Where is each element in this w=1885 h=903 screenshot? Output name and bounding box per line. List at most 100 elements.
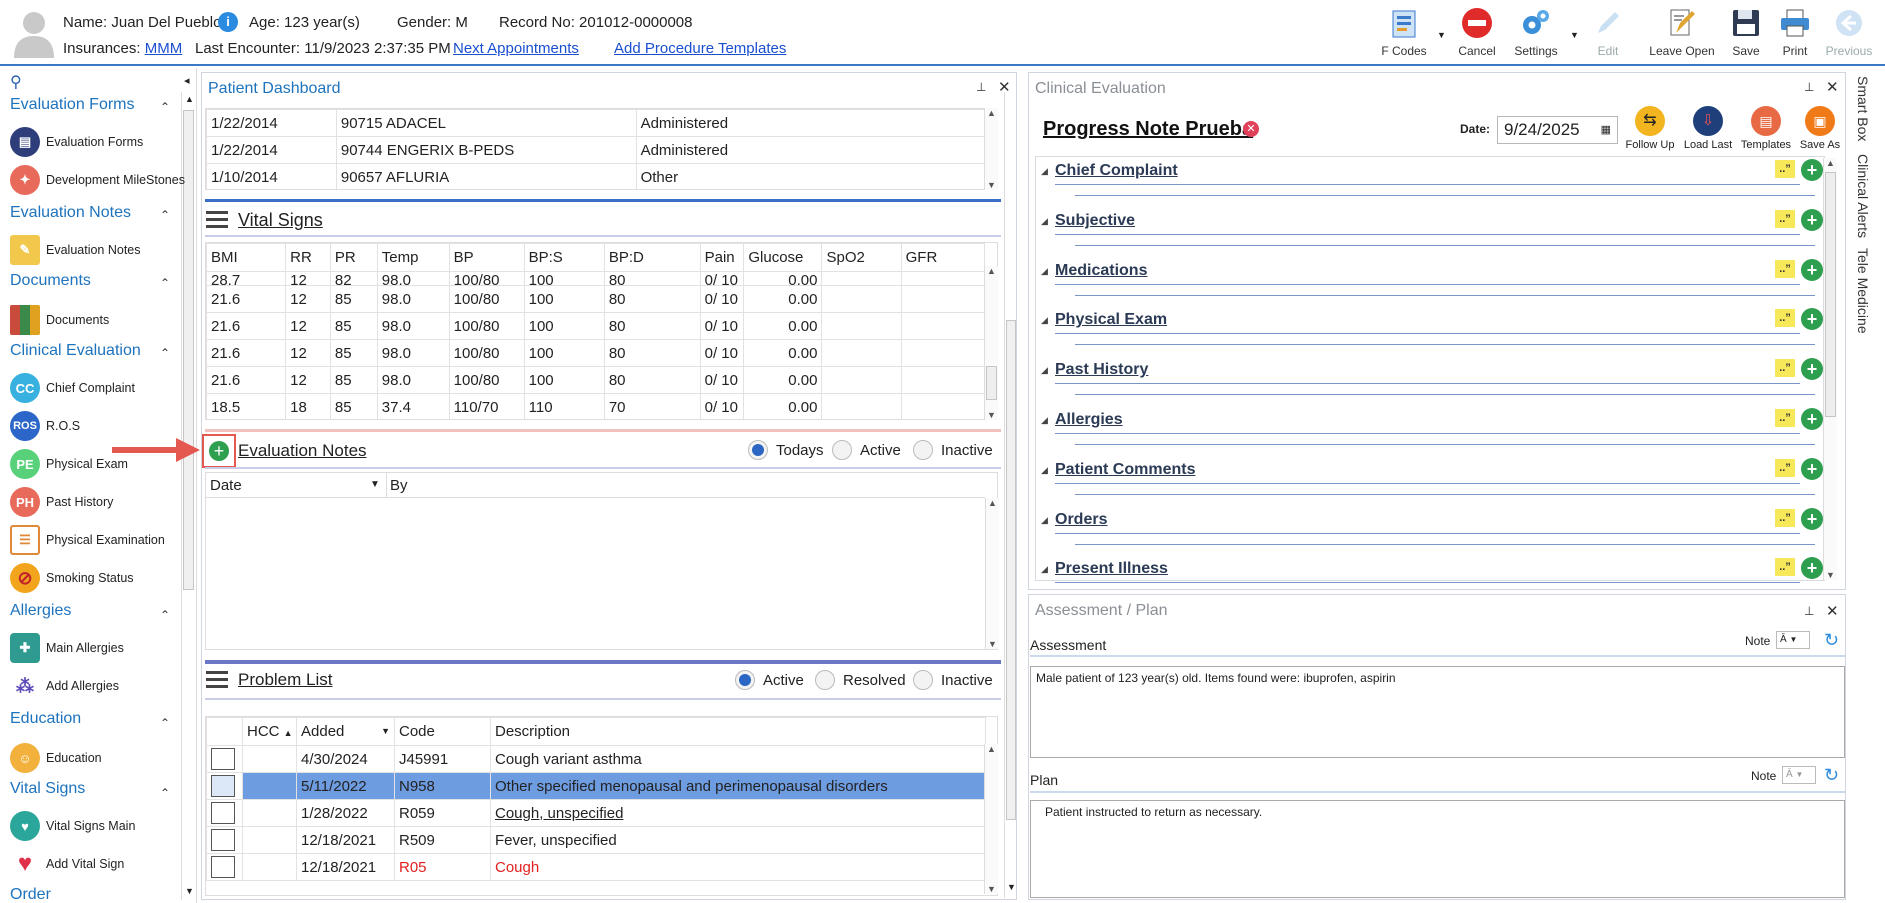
vital-col-header[interactable]: BMI (206, 243, 287, 272)
add-section-item-button[interactable]: + (1801, 258, 1823, 281)
vital-col-header[interactable]: GFR (900, 243, 986, 272)
section-evaluation-forms[interactable]: Evaluation Forms (10, 96, 135, 114)
problem-checkbox[interactable] (211, 802, 235, 824)
collapse-chevron-icon[interactable]: ⌃ (160, 276, 170, 290)
refresh-icon[interactable]: ↻ (1824, 630, 1839, 651)
filter-resolved-radio[interactable]: Resolved (815, 670, 906, 690)
info-icon[interactable]: i (218, 12, 238, 32)
quote-snippet-icon[interactable]: ..” (1775, 209, 1795, 228)
add-section-item-button[interactable]: + (1801, 208, 1823, 231)
expand-triangle-icon[interactable]: ◢ (1041, 315, 1048, 326)
sidebar-item-documents[interactable]: Documents (10, 304, 109, 336)
filter-active-radio[interactable]: Active (832, 440, 901, 460)
problem-row[interactable]: 1/28/2022 R059 Cough, unspecified (206, 799, 986, 827)
clinical-section-label[interactable]: Allergies (1055, 411, 1123, 429)
tab-clinical-alerts[interactable]: Clinical Alerts (1855, 154, 1871, 238)
col-by-header[interactable]: By (390, 477, 408, 494)
sidebar-item-ros[interactable]: ROS R.O.S (10, 410, 80, 442)
expand-triangle-icon[interactable]: ◢ (1041, 166, 1048, 177)
problem-row[interactable]: 12/18/2021 R509 Fever, unspecified (206, 826, 986, 854)
leave-open-button[interactable]: Leave Open (1643, 6, 1721, 58)
immunizations-scrollbar[interactable]: ▲ ▼ (984, 108, 998, 190)
search-icon[interactable]: ⚲ (10, 72, 22, 92)
add-section-item-button[interactable]: + (1801, 358, 1823, 381)
clinical-section-label[interactable]: Past History (1055, 361, 1148, 379)
sidebar-item-add-allergies[interactable]: ⁂ Add Allergies (10, 670, 119, 702)
clinical-section-label[interactable]: Present Illness (1055, 560, 1168, 578)
expand-triangle-icon[interactable]: ◢ (1041, 216, 1048, 227)
sidebar-item-evaluation-notes[interactable]: ✎ Evaluation Notes (10, 234, 141, 266)
vital-signs-scrollbar[interactable]: ▲ ▼ (984, 266, 998, 420)
vital-signs-row[interactable]: 18.5 18 85 37.4 110/70 110 70 0/ 10 0.00 (206, 393, 986, 419)
filter-todays-radio[interactable]: Todays (748, 440, 824, 460)
hamburger-menu-icon[interactable] (206, 211, 228, 229)
sidebar-item-main-allergies[interactable]: ✚ Main Allergies (10, 632, 124, 664)
problem-list-scrollbar[interactable]: ▲ ▼ (984, 744, 998, 894)
section-allergies[interactable]: Allergies (10, 602, 71, 620)
immunization-row[interactable]: 1/22/2014 90715 ADACEL Administered (206, 109, 986, 137)
quote-snippet-icon[interactable]: ..” (1775, 558, 1795, 577)
clinical-section-label[interactable]: Orders (1055, 511, 1107, 529)
vital-col-header[interactable]: PR (329, 243, 378, 272)
evaluation-notes-title[interactable]: Evaluation Notes (238, 441, 367, 461)
expand-triangle-icon[interactable]: ◢ (1041, 515, 1048, 526)
load-last-button[interactable]: ⇩ Load Last (1680, 106, 1736, 151)
follow-up-button[interactable]: ⇆ Follow Up (1622, 106, 1678, 151)
vital-col-header[interactable]: Glucose (743, 243, 823, 272)
sidebar-scrollbar[interactable]: ▲ ▼ (181, 92, 195, 900)
save-as-button[interactable]: ▣ Save As (1792, 106, 1848, 151)
refresh-icon[interactable]: ↻ (1824, 765, 1839, 786)
sidebar-item-evaluation-forms[interactable]: ▤ Evaluation Forms (10, 126, 143, 158)
sidebar-item-physical-examination[interactable]: ☰ Physical Examination (10, 524, 165, 556)
vital-col-header[interactable]: Temp (376, 243, 450, 272)
col-date-header[interactable]: Date (210, 477, 242, 494)
expand-triangle-icon[interactable]: ◢ (1041, 415, 1048, 426)
vital-signs-row[interactable]: 21.6 12 85 98.0 100/80 100 80 0/ 10 0.00 (206, 339, 986, 367)
sidebar-item-vital-signs-main[interactable]: ♥ Vital Signs Main (10, 810, 135, 842)
collapse-chevron-icon[interactable]: ⌃ (160, 346, 170, 360)
expand-triangle-icon[interactable]: ◢ (1041, 465, 1048, 476)
add-evaluation-note-button[interactable]: + (209, 441, 229, 461)
collapse-chevron-icon[interactable]: ⌃ (160, 208, 170, 222)
filter-inactive-radio[interactable]: Inactive (913, 440, 993, 460)
add-section-item-button[interactable]: + (1801, 408, 1823, 430)
collapse-chevron-icon[interactable]: ⌃ (160, 786, 170, 800)
hamburger-menu-icon[interactable] (206, 671, 228, 689)
close-icon[interactable]: ✕ (1826, 602, 1839, 620)
vital-signs-row[interactable]: 21.6 12 85 98.0 100/80 100 80 0/ 10 0.00 (206, 285, 986, 313)
sidebar-item-development-milestones[interactable]: ✦ Development MileStones (10, 164, 185, 196)
vital-signs-row[interactable]: 21.6 12 85 98.0 100/80 100 80 0/ 10 0.00 (206, 312, 986, 340)
sort-dropdown-icon[interactable]: ▼ (370, 479, 380, 490)
date-input[interactable]: 9/24/2025 ▦ (1497, 116, 1618, 144)
pin-icon[interactable]: ⊥ (1804, 80, 1814, 94)
vital-col-header[interactable]: BP:S (523, 243, 605, 272)
add-section-item-button[interactable]: + (1801, 457, 1823, 480)
sidebar-item-education[interactable]: ☺ Education (10, 742, 102, 774)
tab-smart-box[interactable]: Smart Box (1855, 76, 1871, 141)
quote-snippet-icon[interactable]: ..” (1775, 409, 1795, 427)
section-education[interactable]: Education (10, 710, 81, 728)
col-added-header[interactable]: Added ▼ (296, 717, 395, 746)
problem-row[interactable]: 5/11/2022 N958 Other specified menopausal … (206, 772, 986, 800)
evaluation-notes-scrollbar[interactable]: ▲ ▼ (985, 498, 999, 649)
section-evaluation-notes[interactable]: Evaluation Notes (10, 204, 131, 222)
problem-checkbox[interactable] (211, 748, 235, 770)
vital-col-header[interactable]: BP:D (603, 243, 701, 272)
collapse-sidebar-icon[interactable]: ◂ (184, 74, 190, 87)
clinical-section-label[interactable]: Patient Comments (1055, 461, 1195, 479)
section-vital-signs[interactable]: Vital Signs (10, 780, 85, 798)
fcodes-button[interactable]: F Codes (1372, 6, 1436, 58)
section-clinical-evaluation[interactable]: Clinical Evaluation (10, 342, 141, 360)
insurance-link[interactable]: MMM (145, 40, 183, 57)
quote-snippet-icon[interactable]: ..” (1775, 160, 1795, 178)
vital-signs-row[interactable]: 28.7 12 82 98.0 100/80 100 80 0/ 10 0.00 (206, 271, 986, 286)
section-order[interactable]: Order (10, 886, 51, 903)
sidebar-item-chief-complaint[interactable]: CC Chief Complaint (10, 372, 135, 404)
previous-button[interactable]: Previous (1817, 6, 1881, 58)
expand-triangle-icon[interactable]: ◢ (1041, 564, 1048, 575)
problem-row[interactable]: 12/18/2021 R05 Cough (206, 853, 986, 881)
quote-snippet-icon[interactable]: ..” (1775, 508, 1795, 527)
quote-snippet-icon[interactable]: ..” (1775, 359, 1795, 378)
clinical-section-label[interactable]: Medications (1055, 262, 1147, 280)
tab-tele-medicine[interactable]: Tele Medicine (1855, 248, 1871, 334)
